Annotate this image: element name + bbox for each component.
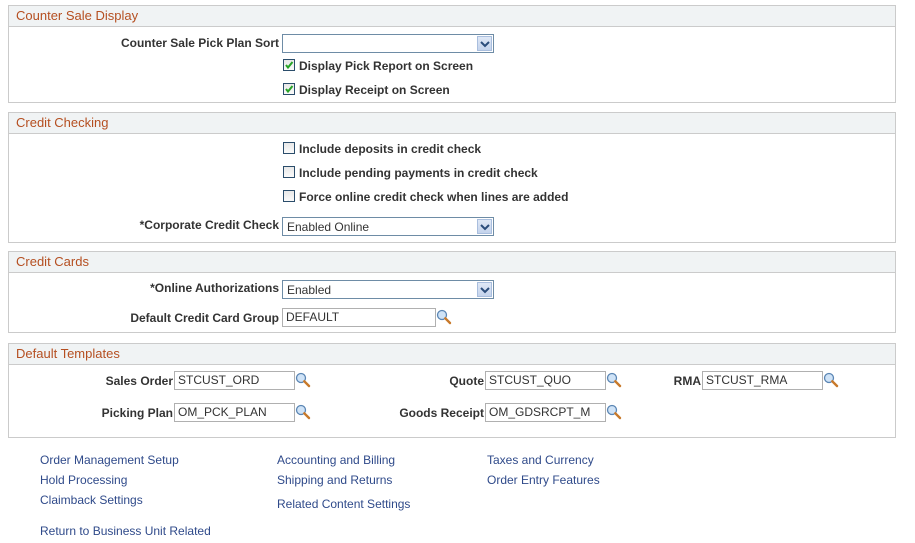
quote-label: Quote [449, 374, 484, 388]
claimback-settings-link[interactable]: Claimback Settings [40, 493, 143, 507]
checkmark-icon [285, 85, 294, 94]
rma-input[interactable]: STCUST_RMA [702, 371, 823, 390]
hold-processing-link[interactable]: Hold Processing [40, 473, 127, 487]
order-entry-features-link[interactable]: Order Entry Features [487, 473, 600, 487]
rma-label: RMA [673, 374, 701, 388]
credit-checking-header: Credit Checking [9, 113, 895, 134]
chevron-down-icon[interactable] [477, 282, 492, 297]
corporate-credit-check-select[interactable]: Enabled Online [282, 217, 494, 236]
default-templates-header: Default Templates [9, 344, 895, 365]
picking-plan-input[interactable]: OM_PCK_PLAN [174, 403, 295, 422]
counter-sale-header: Counter Sale Display [9, 6, 895, 27]
chevron-down-icon[interactable] [477, 219, 492, 234]
display-pick-report-checkbox[interactable] [283, 59, 295, 71]
include-deposits-checkbox[interactable] [283, 142, 295, 154]
include-deposits-label: Include deposits in credit check [299, 142, 482, 156]
taxes-currency-link[interactable]: Taxes and Currency [487, 453, 594, 467]
corporate-credit-check-value: Enabled Online [287, 220, 370, 234]
quote-input[interactable]: STCUST_QUO [485, 371, 606, 390]
pick-plan-sort-label: Counter Sale Pick Plan Sort [120, 36, 279, 50]
credit-card-group-input[interactable]: DEFAULT [282, 308, 436, 327]
sales-order-label: Sales Order [105, 374, 173, 388]
return-business-unit-link[interactable]: Return to Business Unit Related [40, 524, 211, 538]
display-pick-report-label: Display Pick Report on Screen [299, 59, 474, 73]
chevron-down-icon[interactable] [477, 36, 492, 51]
lookup-search-icon[interactable] [436, 309, 452, 325]
related-content-settings-link[interactable]: Related Content Settings [277, 497, 410, 511]
lookup-search-icon[interactable] [823, 372, 839, 388]
include-pending-checkbox[interactable] [283, 166, 295, 178]
display-receipt-label: Display Receipt on Screen [299, 83, 450, 97]
include-pending-label: Include pending payments in credit check [299, 166, 538, 180]
goods-receipt-label: Goods Receipt [399, 406, 484, 420]
lookup-search-icon[interactable] [606, 404, 622, 420]
online-authorizations-label: *Online Authorizations [150, 281, 279, 295]
accounting-billing-link[interactable]: Accounting and Billing [277, 453, 395, 467]
force-online-label: Force online credit check when lines are… [299, 190, 569, 204]
display-receipt-checkbox[interactable] [283, 83, 295, 95]
lookup-search-icon[interactable] [295, 372, 311, 388]
picking-plan-label: Picking Plan [101, 406, 173, 420]
lookup-search-icon[interactable] [606, 372, 622, 388]
corporate-credit-check-label: *Corporate Credit Check [139, 218, 279, 232]
credit-card-group-label: Default Credit Card Group [130, 311, 279, 325]
pick-plan-sort-select[interactable] [282, 34, 494, 53]
goods-receipt-input[interactable]: OM_GDSRCPT_M [485, 403, 606, 422]
checkmark-icon [285, 61, 294, 70]
default-templates-section: Default Templates [8, 343, 896, 438]
shipping-returns-link[interactable]: Shipping and Returns [277, 473, 392, 487]
online-authorizations-select[interactable]: Enabled [282, 280, 494, 299]
credit-cards-header: Credit Cards [9, 252, 895, 273]
force-online-checkbox[interactable] [283, 190, 295, 202]
lookup-search-icon[interactable] [295, 404, 311, 420]
order-management-setup-link[interactable]: Order Management Setup [40, 453, 179, 467]
counter-sale-section: Counter Sale Display [8, 5, 896, 103]
sales-order-input[interactable]: STCUST_ORD [174, 371, 295, 390]
online-authorizations-value: Enabled [287, 283, 332, 297]
